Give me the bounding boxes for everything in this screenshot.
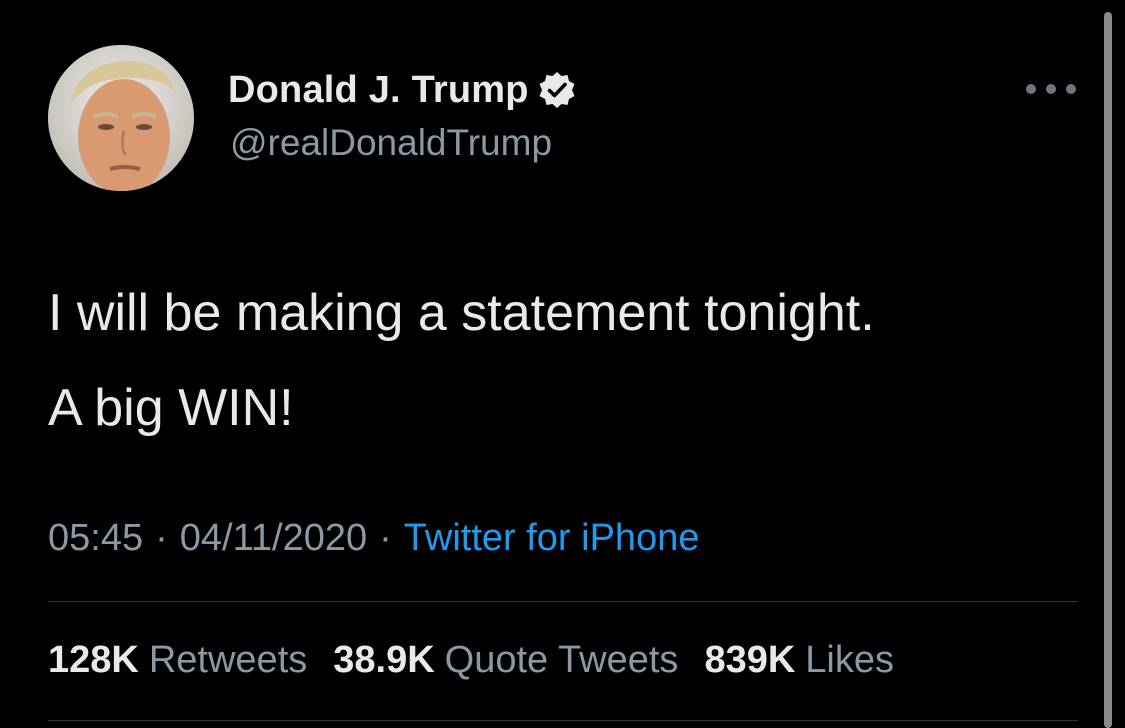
tweet-date[interactable]: 04/11/2020: [180, 517, 367, 560]
quote-tweets-stat[interactable]: 38.9K Quote Tweets: [333, 639, 678, 682]
retweets-label: Retweets: [148, 638, 308, 681]
more-dot: [1066, 84, 1076, 94]
more-dot: [1026, 84, 1036, 94]
divider: [48, 601, 1078, 602]
likes-count: 839K: [704, 638, 796, 681]
tweet-text-line: A big WIN!: [48, 379, 294, 437]
tweet-time[interactable]: 05:45: [48, 517, 143, 560]
avatar-photo: [48, 45, 194, 191]
engagement-stats: 128K Retweets 38.9K Quote Tweets 839K Likes: [48, 636, 920, 684]
scrollbar[interactable]: [1104, 12, 1112, 728]
divider: [48, 720, 1078, 721]
separator: ·: [379, 516, 392, 559]
tweet-source-link[interactable]: Twitter for iPhone: [404, 517, 700, 560]
author-name-row[interactable]: Donald J. Trump: [228, 66, 577, 114]
author-handle[interactable]: @realDonaldTrump: [230, 122, 552, 164]
likes-stat[interactable]: 839K Likes: [704, 639, 894, 682]
quote-tweets-count: 38.9K: [333, 638, 435, 681]
separator: ·: [155, 516, 168, 559]
avatar[interactable]: [48, 45, 194, 191]
tweet-text: I will be making a statement tonight. A …: [48, 266, 1088, 456]
likes-label: Likes: [805, 638, 894, 681]
retweets-stat[interactable]: 128K Retweets: [48, 639, 307, 682]
more-options-icon[interactable]: [1026, 74, 1076, 104]
tweet-text-line: I will be making a statement tonight.: [48, 284, 875, 342]
tweet-metadata: 05:45 · 04/11/2020 · Twitter for iPhone: [48, 514, 699, 562]
retweets-count: 128K: [48, 638, 139, 681]
author-display-name[interactable]: Donald J. Trump: [228, 69, 529, 112]
more-dot: [1046, 84, 1056, 94]
verified-badge-icon: [537, 70, 577, 110]
quote-tweets-label: Quote Tweets: [444, 638, 679, 681]
